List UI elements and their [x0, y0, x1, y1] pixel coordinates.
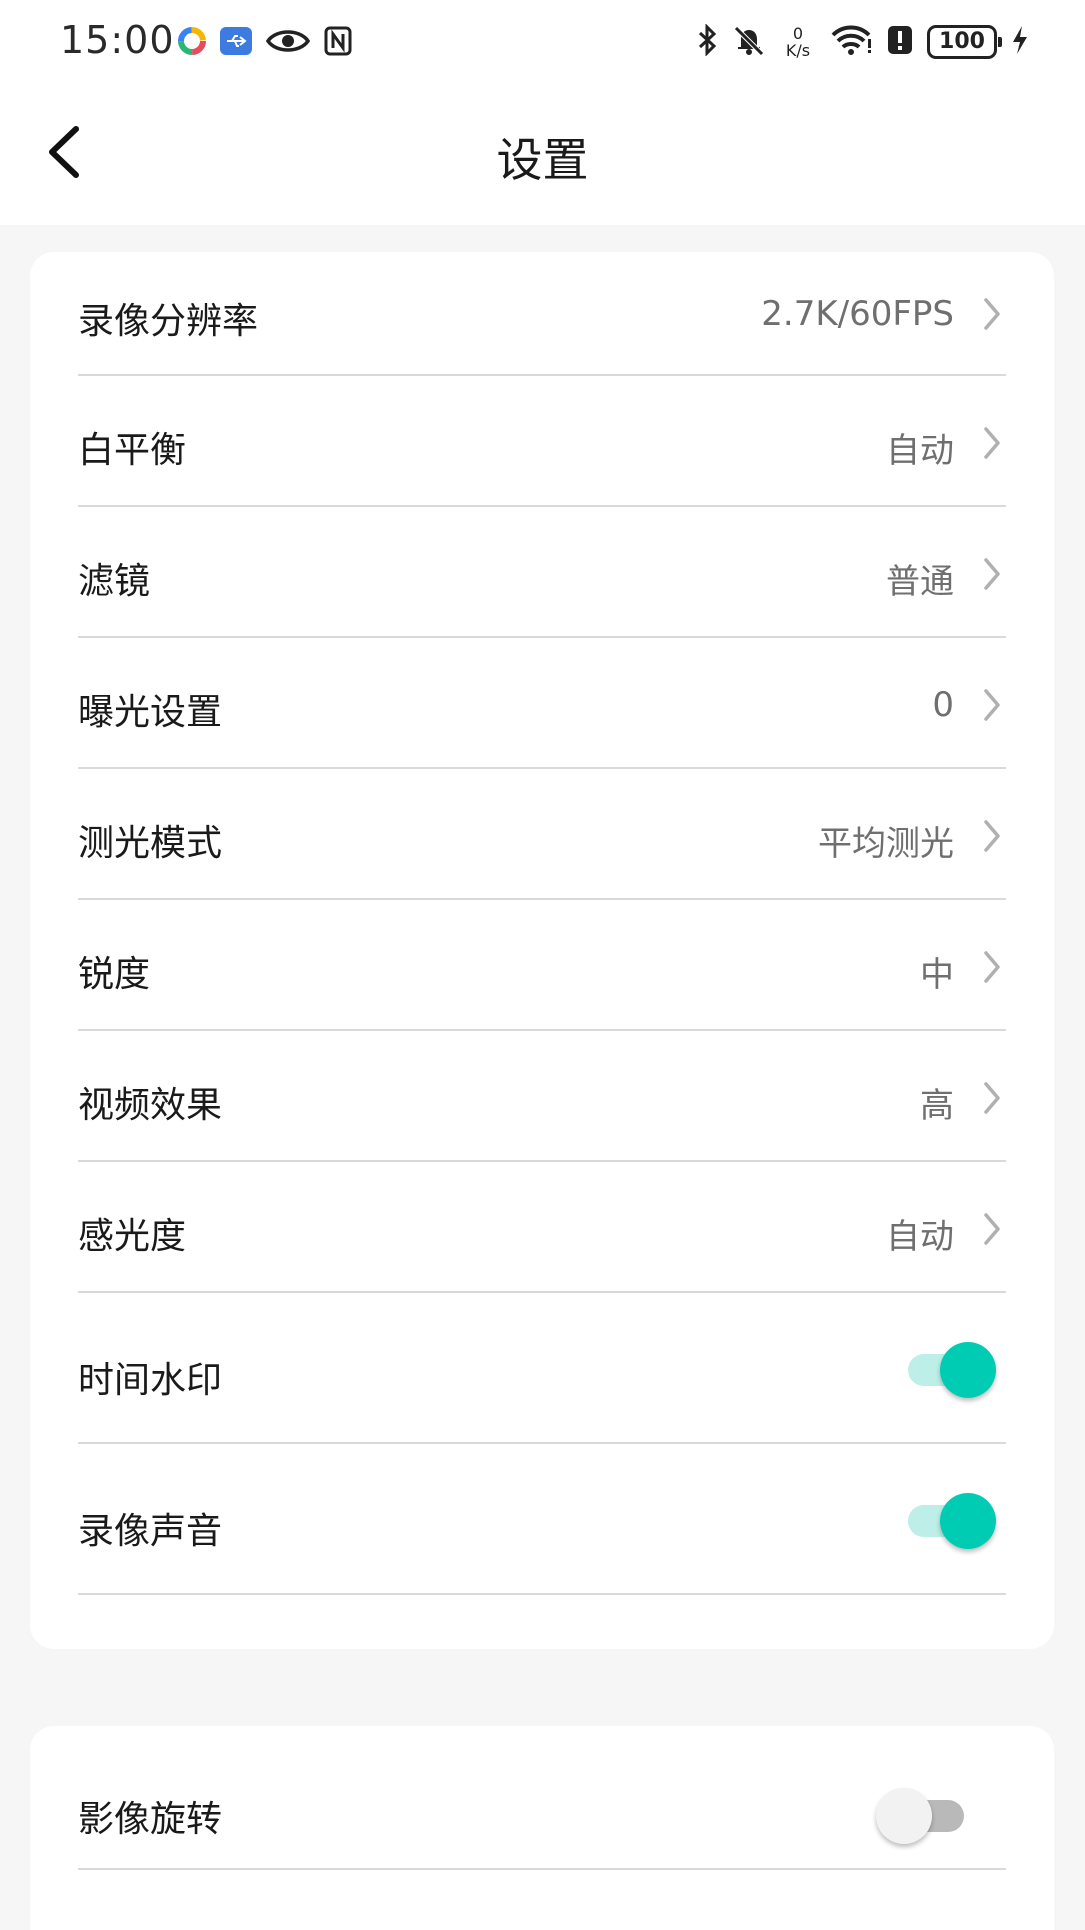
net-speed: 0 K/s [779, 25, 817, 59]
setting-label: 曝光设置 [78, 692, 223, 733]
setting-row-resolution[interactable]: 录像分辨率 2.7K/60FPS [78, 252, 1006, 376]
setting-value: 2.7K/60FPS [761, 294, 954, 334]
setting-label: 视频效果 [78, 1085, 223, 1126]
chevron-right-icon [984, 689, 1000, 721]
time-watermark-toggle[interactable] [900, 1342, 996, 1398]
battery-indicator: 100 [927, 25, 1002, 59]
app-color-icon [178, 27, 206, 59]
toggle-knob [876, 1788, 932, 1844]
net-speed-value: 0 [792, 24, 804, 43]
setting-label: 白平衡 [78, 430, 187, 471]
setting-row-record-sound: 录像声音 [78, 1444, 1006, 1595]
setting-value: 自动 [886, 1217, 954, 1257]
setting-label: 时间水印 [78, 1360, 223, 1401]
bell-muted-icon [733, 24, 765, 60]
net-speed-unit: K/s [785, 41, 811, 60]
setting-row-white-balance[interactable]: 白平衡 自动 [78, 376, 1006, 507]
setting-row-time-watermark: 时间水印 [78, 1293, 1006, 1444]
setting-value: 平均测光 [818, 824, 954, 864]
setting-label: 影像旋转 [78, 1799, 223, 1840]
chevron-right-icon [984, 558, 1000, 590]
record-sound-toggle[interactable] [900, 1493, 996, 1549]
setting-value: 0 [932, 685, 954, 725]
image-rotation-toggle[interactable] [876, 1788, 972, 1844]
status-time: 15:00 [60, 18, 175, 62]
setting-value: 普通 [886, 562, 954, 602]
toggle-knob [940, 1493, 996, 1549]
chevron-right-icon [984, 1213, 1000, 1245]
setting-label: 测光模式 [78, 823, 223, 864]
status-right-icons: 0 K/s 100 [697, 23, 1029, 60]
setting-label: 感光度 [78, 1216, 187, 1257]
setting-label: 录像分辨率 [78, 301, 259, 342]
setting-row-video-effect[interactable]: 视频效果 高 [78, 1031, 1006, 1162]
setting-row-filter[interactable]: 滤镜 普通 [78, 507, 1006, 638]
setting-label: 录像声音 [78, 1511, 223, 1552]
charging-icon [1011, 25, 1029, 59]
eye-icon [265, 27, 311, 59]
setting-value: 中 [920, 955, 954, 995]
nfc-icon [324, 26, 352, 60]
toggle-knob [940, 1342, 996, 1398]
chevron-right-icon [984, 427, 1000, 459]
header: 设置 [0, 86, 1085, 225]
setting-value: 自动 [886, 431, 954, 471]
usb-icon [220, 27, 252, 59]
chevron-right-icon [984, 820, 1000, 852]
settings-card: 录像分辨率 2.7K/60FPS 白平衡 自动 滤镜 普通 曝光设置 0 测光模… [30, 252, 1054, 1649]
setting-row-metering[interactable]: 测光模式 平均测光 [78, 769, 1006, 900]
bluetooth-icon [697, 23, 719, 60]
setting-row-sharpness[interactable]: 锐度 中 [78, 900, 1006, 1031]
wifi-icon [831, 25, 873, 59]
setting-label: 滤镜 [78, 561, 151, 602]
setting-row-iso[interactable]: 感光度 自动 [78, 1162, 1006, 1293]
chevron-right-icon [984, 1082, 1000, 1114]
status-left-icons [178, 26, 352, 60]
setting-row-image-rotation: 影像旋转 [78, 1726, 1006, 1870]
setting-value: 高 [920, 1086, 954, 1126]
page-title: 设置 [496, 133, 589, 187]
settings-card-2: 影像旋转 [30, 1726, 1054, 1930]
alert-icon [887, 25, 913, 59]
chevron-right-icon [984, 298, 1000, 330]
status-bar: 15:00 0 K/s 100 [0, 0, 1085, 86]
chevron-right-icon [984, 951, 1000, 983]
setting-label: 锐度 [78, 954, 151, 995]
setting-row-exposure[interactable]: 曝光设置 0 [78, 638, 1006, 769]
